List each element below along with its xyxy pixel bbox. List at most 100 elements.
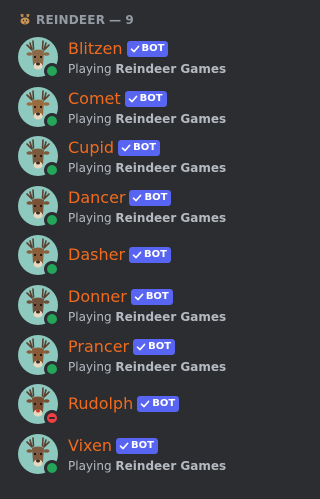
member-activity: Playing Reindeer Games (68, 111, 226, 127)
activity-name: Reindeer Games (115, 309, 227, 324)
avatar[interactable] (18, 285, 60, 327)
member-name[interactable]: Comet (68, 89, 121, 109)
member-info: Vixen BOT Playing Reindeer Games (68, 435, 226, 474)
checkmark-icon (132, 251, 142, 259)
bot-badge: BOT (118, 139, 161, 156)
avatar[interactable] (18, 235, 60, 277)
member-info: Donner BOT Playing Reindeer Games (68, 286, 226, 325)
bot-badge-label: BOT (148, 340, 172, 352)
member-info: Rudolph BOT (68, 393, 180, 415)
avatar[interactable] (18, 136, 60, 178)
checkmark-icon (128, 95, 138, 102)
member-item-dasher[interactable]: Dasher BOT (10, 232, 246, 278)
bot-badge: BOT (129, 247, 171, 263)
bot-badge-label: BOT (131, 439, 154, 451)
online-status-icon (47, 215, 57, 225)
checkmark-icon (121, 144, 131, 151)
member-item-cupid[interactable]: Cupid BOT Playing Reindeer Games (10, 133, 246, 179)
online-status-icon (47, 165, 57, 175)
avatar[interactable] (18, 37, 60, 79)
activity-name: Reindeer Games (115, 458, 227, 473)
avatar[interactable] (18, 87, 60, 129)
member-activity: Playing Reindeer Games (68, 210, 226, 226)
member-name-row: Rudolph BOT (68, 393, 180, 415)
checkmark-icon (133, 194, 142, 201)
member-category-header: REINDEER — 9 (18, 10, 134, 30)
status-indicator (44, 361, 60, 377)
member-name-row: Dancer BOT (68, 187, 226, 209)
member-name[interactable]: Prancer (68, 337, 129, 357)
member-name-row: Blitzen BOT (68, 38, 226, 60)
activity-name: Reindeer Games (115, 111, 227, 126)
member-activity: Playing Reindeer Games (68, 309, 226, 325)
member-name[interactable]: Dasher (68, 245, 125, 265)
member-item-dancer[interactable]: Dancer BOT Playing Reindeer Games (10, 183, 246, 229)
member-name[interactable]: Vixen (68, 436, 112, 456)
activity-prefix: Playing (68, 359, 112, 374)
status-indicator (44, 311, 60, 327)
member-item-donner[interactable]: Donner BOT Playing Reindeer Games (10, 282, 246, 328)
member-name[interactable]: Cupid (68, 138, 114, 158)
member-name[interactable]: Dancer (68, 188, 125, 208)
bot-badge: BOT (129, 189, 172, 206)
activity-prefix: Playing (68, 111, 112, 126)
member-info: Blitzen BOT Playing Reindeer Games (68, 38, 226, 77)
status-indicator (44, 261, 60, 277)
online-status-icon (47, 463, 57, 473)
status-indicator (44, 212, 60, 228)
avatar[interactable] (18, 384, 60, 426)
activity-prefix: Playing (68, 160, 112, 175)
member-name[interactable]: Rudolph (68, 394, 133, 414)
status-indicator (44, 63, 60, 79)
member-info: Comet BOT Playing Reindeer Games (68, 88, 226, 127)
activity-name: Reindeer Games (115, 359, 227, 374)
do-not-disturb-status-icon (47, 413, 57, 423)
activity-name: Reindeer Games (115, 160, 227, 175)
online-status-icon (47, 364, 57, 374)
activity-name: Reindeer Games (115, 61, 227, 76)
member-item-comet[interactable]: Comet BOT Playing Reindeer Games (10, 84, 246, 130)
category-separator: — (109, 13, 122, 27)
member-activity: Playing Reindeer Games (68, 458, 226, 474)
member-activity: Playing Reindeer Games (68, 160, 226, 176)
member-name[interactable]: Donner (68, 287, 127, 307)
bot-badge: BOT (130, 288, 173, 305)
member-activity: Playing Reindeer Games (68, 61, 226, 77)
bot-badge-label: BOT (133, 141, 157, 153)
member-item-rudolph[interactable]: Rudolph BOT (10, 381, 246, 427)
checkmark-icon (119, 442, 129, 449)
avatar[interactable] (18, 335, 60, 377)
member-info: Dasher BOT (68, 244, 171, 266)
member-name-row: Dasher BOT (68, 244, 171, 266)
checkmark-icon (134, 293, 144, 300)
bot-badge-label: BOT (145, 290, 169, 302)
member-name-row: Cupid BOT (68, 137, 226, 159)
bot-badge-label: BOT (144, 191, 168, 203)
member-activity: Playing Reindeer Games (68, 359, 226, 375)
checkmark-icon (136, 343, 146, 350)
member-info: Dancer BOT Playing Reindeer Games (68, 187, 226, 226)
bot-badge-label: BOT (152, 398, 176, 409)
activity-prefix: Playing (68, 61, 112, 76)
bot-badge-label: BOT (139, 92, 163, 104)
online-status-icon (47, 264, 57, 274)
member-info: Prancer BOT Playing Reindeer Games (68, 336, 226, 375)
status-indicator (44, 113, 60, 129)
bot-badge: BOT (137, 396, 180, 412)
bot-badge: BOT (126, 40, 169, 57)
online-status-icon (47, 116, 57, 126)
member-name-row: Prancer BOT (68, 336, 226, 358)
member-item-prancer[interactable]: Prancer BOT Playing Reindeer Games (10, 332, 246, 378)
member-name-row: Comet BOT (68, 88, 226, 110)
avatar[interactable] (18, 186, 60, 228)
member-item-blitzen[interactable]: Blitzen BOT Playing Reindeer Games (10, 34, 246, 80)
status-indicator (44, 460, 60, 476)
bot-badge-label: BOT (141, 42, 165, 54)
member-item-vixen[interactable]: Vixen BOT Playing Reindeer Games (10, 431, 246, 477)
activity-prefix: Playing (68, 309, 112, 324)
member-name[interactable]: Blitzen (68, 39, 123, 59)
bot-badge: BOT (124, 90, 167, 107)
activity-prefix: Playing (68, 210, 112, 225)
bot-badge: BOT (116, 437, 158, 454)
avatar[interactable] (18, 434, 60, 476)
